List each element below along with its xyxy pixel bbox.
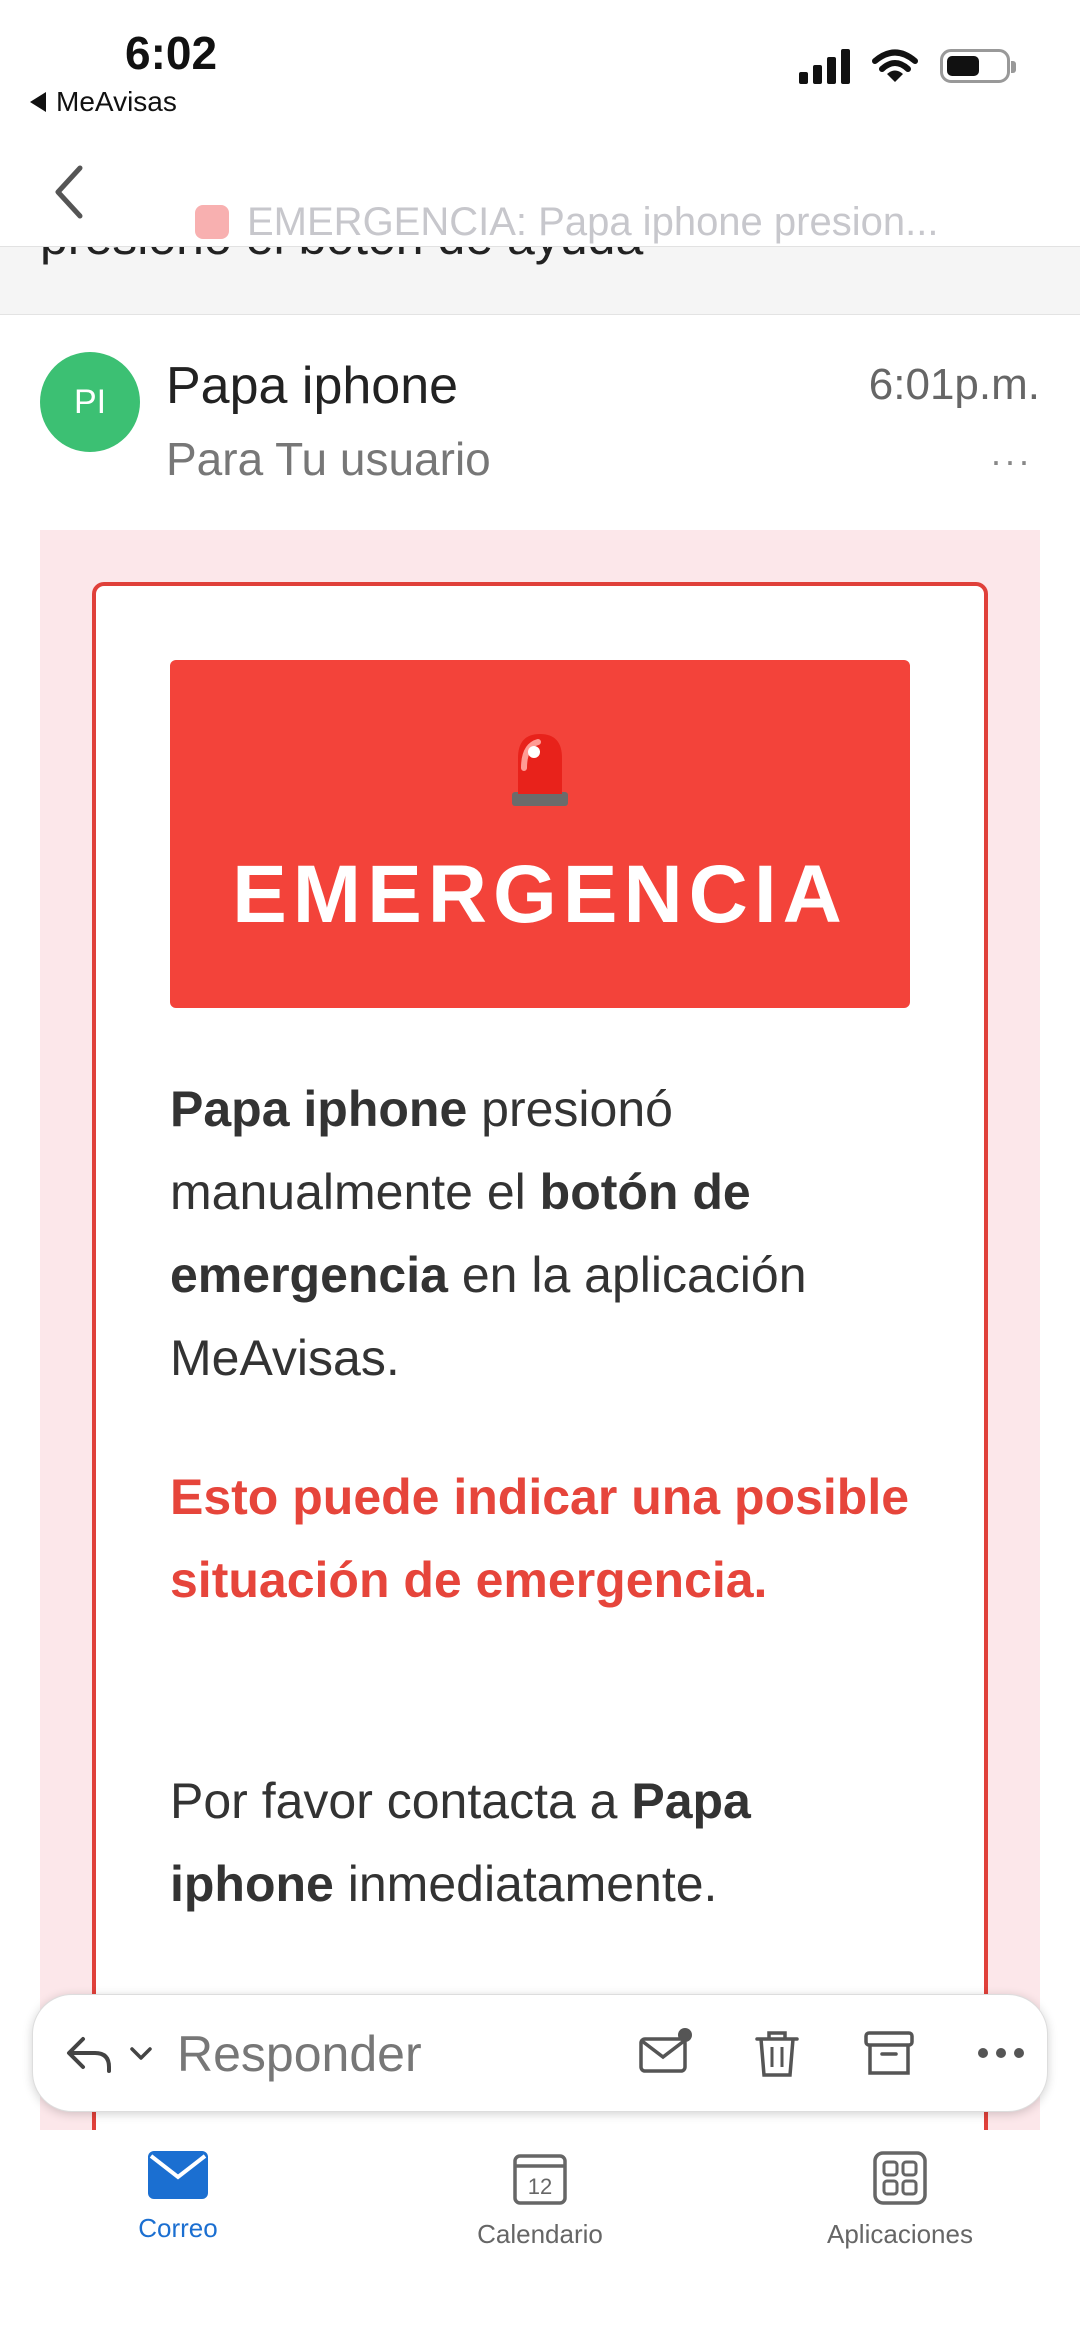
nav-title: EMERGENCIA: Papa iphone presion... (195, 200, 995, 245)
back-chevron-icon[interactable] (48, 162, 92, 222)
mark-unread-icon[interactable] (637, 2025, 693, 2081)
paragraph-contact: Por favor contacta a Papa iphone inmedia… (170, 1773, 751, 1912)
trash-icon[interactable] (749, 2025, 805, 2081)
status-time: 6:02 (125, 27, 218, 79)
tab-calendario[interactable]: 12 Calendario (420, 2150, 660, 2250)
reply-bar: Responder (32, 1994, 1048, 2112)
recipient-line[interactable]: Para Tu usuario (166, 432, 491, 486)
mail-icon (148, 2151, 208, 2199)
sender-avatar[interactable]: PI (40, 352, 140, 452)
back-to-app-link[interactable]: MeAvisas (30, 86, 177, 118)
calendar-icon: 12 (513, 2154, 567, 2205)
paragraph-intro: Papa iphone presionó manualmente el botó… (170, 1081, 807, 1386)
warning-text: Esto puede indicar una posible situación… (170, 1469, 910, 1608)
reply-icon[interactable] (63, 2027, 115, 2079)
apps-grid-icon (873, 2151, 927, 2205)
siren-small-icon (195, 205, 229, 239)
siren-icon (512, 734, 568, 806)
reply-button[interactable]: Responder (177, 2025, 422, 2083)
archive-icon[interactable] (861, 2025, 917, 2081)
tab-aplicaciones[interactable]: Aplicaciones (780, 2150, 1020, 2250)
status-bar: 6:02 MeAvisas (0, 0, 1080, 140)
bottom-tab-bar: Correo 12 Calendario Aplicaciones (0, 2130, 1080, 2341)
battery-icon (940, 49, 1016, 83)
svg-text:12: 12 (528, 2174, 552, 2199)
nav-bar: EMERGENCIA: Papa iphone presion... (0, 140, 1080, 247)
cellular-signal-icon (799, 48, 850, 84)
message-more-button[interactable]: ··· (990, 440, 1032, 482)
sender-name[interactable]: Papa iphone (166, 356, 458, 416)
tab-correo[interactable]: Correo (58, 2150, 298, 2244)
back-app-label: MeAvisas (56, 86, 177, 117)
message-time: 6:01p.m. (868, 360, 1040, 409)
more-options-icon[interactable] (973, 2025, 1029, 2081)
subject-text: presionó el botón de ayuda (40, 246, 643, 266)
status-icons (799, 48, 1016, 84)
subject-strip: presionó el botón de ayuda (0, 246, 1080, 315)
banner-title: EMERGENCIA (232, 849, 848, 940)
wifi-icon (872, 49, 918, 82)
chevron-down-icon[interactable] (127, 2039, 155, 2067)
emergency-banner: EMERGENCIA (170, 660, 910, 1008)
back-triangle-icon (30, 92, 46, 112)
